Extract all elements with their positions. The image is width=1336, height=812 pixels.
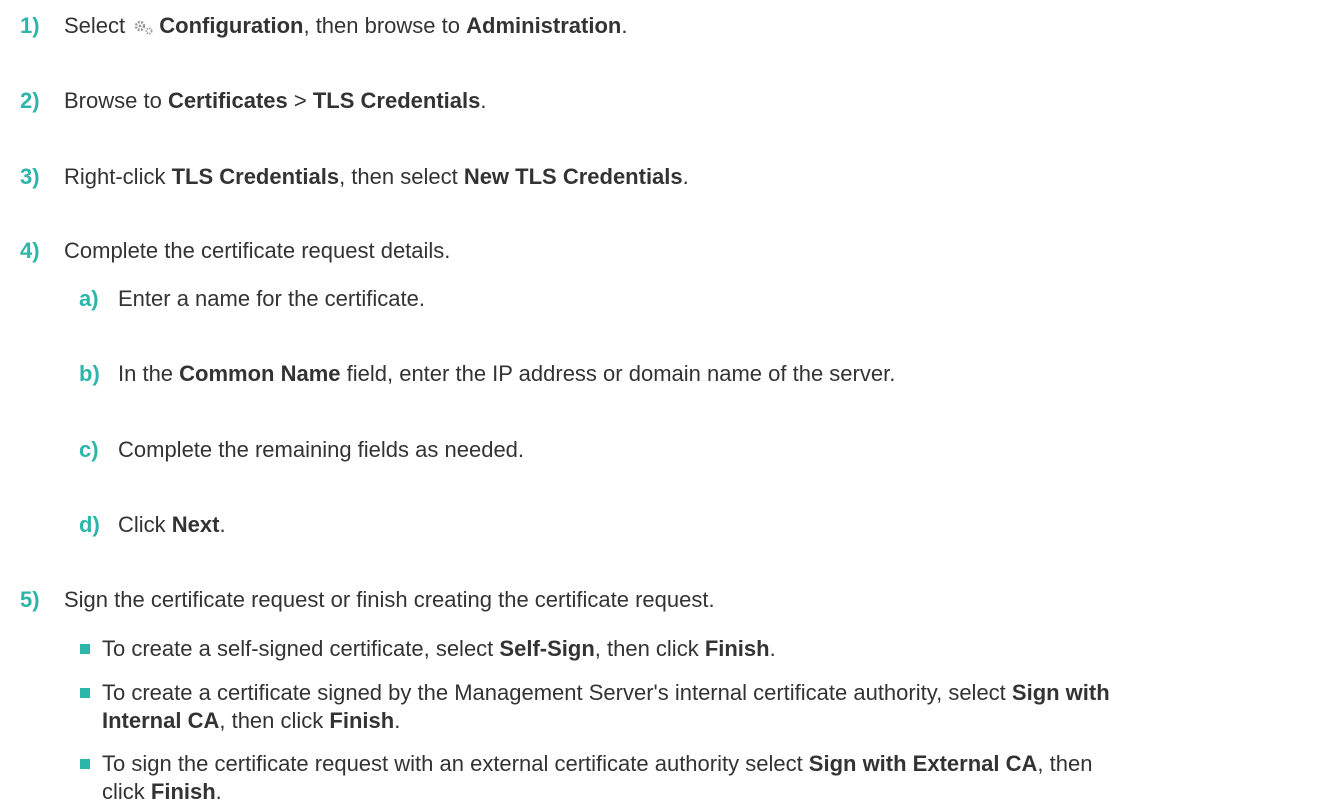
substep-text: Click Next. [118, 512, 226, 537]
square-bullet-icon [80, 688, 90, 698]
step-number: 3) [20, 164, 40, 189]
step-text: Complete the certificate request details… [64, 238, 451, 263]
substep-text: Enter a name for the certificate. [118, 286, 425, 311]
step-text: Browse to Certificates > TLS Credentials… [64, 88, 487, 113]
substep-letter: a) [79, 286, 99, 311]
bullet-text: To create a self-signed certificate, sel… [102, 636, 776, 661]
step-text: Sign the certificate request or finish c… [64, 587, 715, 612]
substep-letter: b) [79, 361, 100, 386]
bullet-text-line-1: To sign the certificate request with an … [102, 751, 1093, 776]
step-number: 4) [20, 238, 40, 263]
bullet-text-line-2: Internal CA, then click Finish. [102, 708, 401, 733]
bullet-text-line-2: click Finish. [102, 779, 222, 804]
substep-letter: d) [79, 512, 100, 537]
step-number: 5) [20, 587, 40, 612]
substep-text: Complete the remaining fields as needed. [118, 437, 525, 462]
substep-text: In the Common Name field, enter the IP a… [118, 361, 896, 386]
step-text: Select Configuration, then browse to Adm… [64, 13, 628, 38]
square-bullet-icon [80, 759, 90, 769]
step-number: 2) [20, 88, 40, 113]
square-bullet-icon [80, 644, 90, 654]
gears-icon [135, 20, 153, 35]
substep-letter: c) [79, 437, 99, 462]
step-text: Right-click TLS Credentials, then select… [64, 164, 689, 189]
step-number: 1) [20, 13, 40, 38]
bullet-text-line-1: To create a certificate signed by the Ma… [102, 680, 1110, 705]
